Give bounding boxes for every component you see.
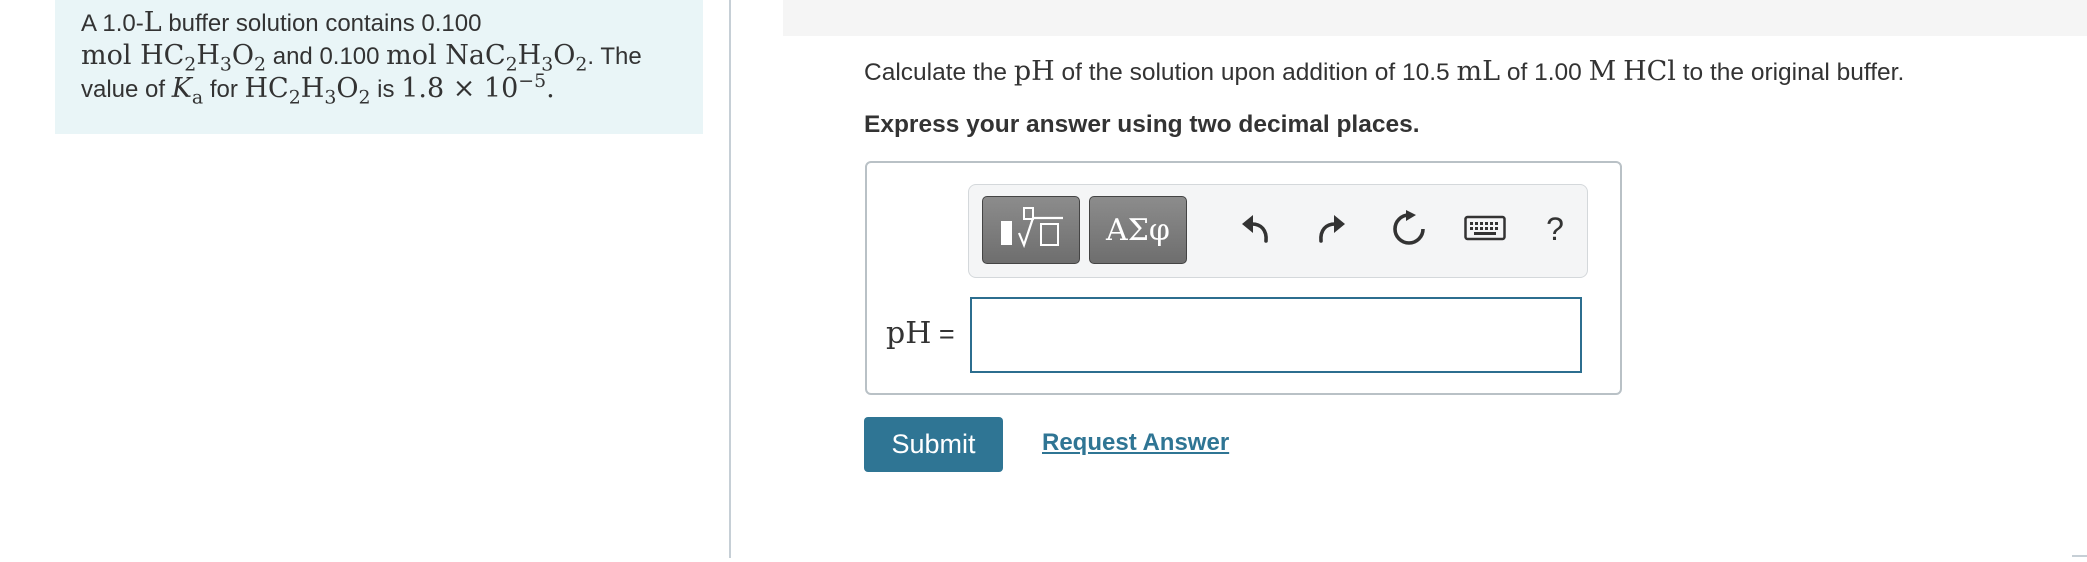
symbols-label: ΑΣφ — [1106, 212, 1170, 248]
templates-button[interactable] — [982, 196, 1080, 264]
problem-text: for — [203, 76, 245, 103]
ph-answer-input[interactable] — [970, 297, 1582, 373]
math-toolbar: ΑΣφ ? — [968, 184, 1588, 278]
answer-instruction: Express your answer using two decimal pl… — [864, 111, 1420, 138]
undo-icon[interactable] — [1230, 203, 1282, 255]
templates-icon — [1001, 207, 1063, 249]
answer-label: pH = — [886, 316, 955, 351]
problem-statement-panel: A 1.0-L buffer solution contains 0.100 m… — [55, 0, 703, 134]
symbols-button[interactable]: ΑΣφ — [1089, 196, 1187, 264]
divider-line — [2072, 555, 2087, 557]
header-strip — [783, 0, 2087, 36]
help-label: ? — [1546, 210, 1564, 247]
ka-symbol: Ka — [171, 73, 204, 109]
equals-sign: = — [931, 319, 955, 349]
request-answer-link[interactable]: Request Answer — [1042, 429, 1229, 457]
sodium-acetate-formula: mol NaC2H3O2 — [386, 40, 588, 76]
acetic-acid-formula: mol HC2H3O2 — [81, 40, 267, 76]
submit-button[interactable]: Submit — [864, 417, 1003, 472]
problem-text: A 1.0- — [81, 10, 144, 37]
problem-line-1: A 1.0-L buffer solution contains 0.100 — [81, 7, 677, 40]
problem-text: value of — [81, 76, 172, 103]
problem-text: is — [370, 76, 402, 103]
ka-value: 1.8 × 10−5. — [401, 70, 555, 104]
problem-line-3: value of Ka for HC2H3O2 is 1.8 × 10−5. — [81, 70, 677, 109]
ph-symbol: pH — [886, 316, 932, 351]
acetic-acid-formula-2: HC2H3O2 — [244, 73, 371, 109]
problem-text: . The — [587, 43, 642, 70]
question-text: Calculate the pH of the solution upon ad… — [864, 56, 1905, 87]
unit-liter: L — [143, 7, 162, 38]
help-icon[interactable]: ? — [1529, 203, 1581, 255]
problem-line-2: mol HC2H3O2 and 0.100 mol NaC2H3O2. The — [81, 40, 677, 76]
panel-divider — [729, 0, 731, 558]
problem-text: and 0.100 — [266, 43, 387, 70]
reset-icon[interactable] — [1383, 203, 1435, 255]
problem-text: buffer solution contains 0.100 — [161, 10, 482, 37]
keyboard-icon[interactable] — [1459, 203, 1511, 255]
redo-icon[interactable] — [1305, 203, 1357, 255]
